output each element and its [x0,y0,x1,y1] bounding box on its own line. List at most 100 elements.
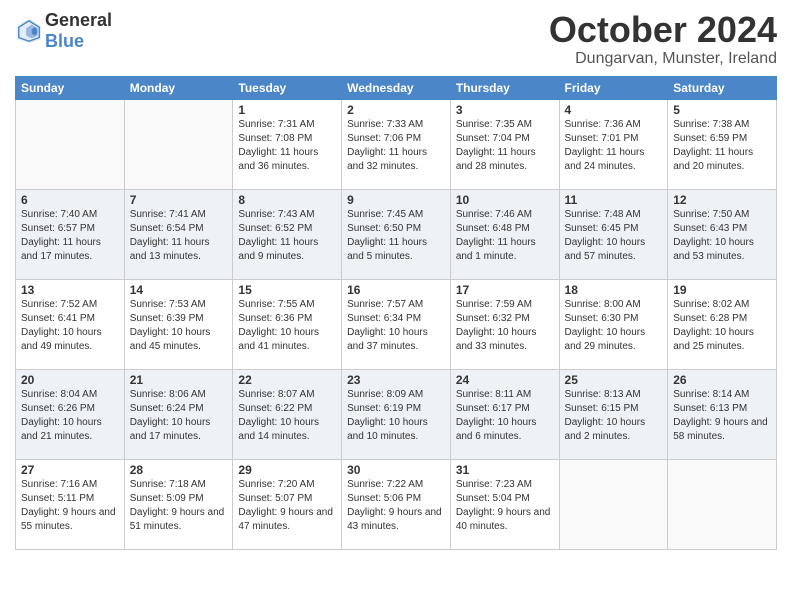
day-number: 1 [238,103,336,117]
table-cell: 5Sunrise: 7:38 AM Sunset: 6:59 PM Daylig… [668,99,777,189]
header: General Blue October 2024 Dungarvan, Mun… [15,10,777,68]
weekday-tuesday: Tuesday [233,76,342,99]
table-cell: 31Sunrise: 7:23 AM Sunset: 5:04 PM Dayli… [450,459,559,549]
logo: General Blue [15,10,112,52]
day-detail: Sunrise: 8:13 AM Sunset: 6:15 PM Dayligh… [565,388,663,444]
table-cell: 29Sunrise: 7:20 AM Sunset: 5:07 PM Dayli… [233,459,342,549]
day-number: 14 [130,283,228,297]
day-detail: Sunrise: 7:46 AM Sunset: 6:48 PM Dayligh… [456,208,554,264]
day-number: 25 [565,373,663,387]
day-number: 2 [347,103,445,117]
table-row: 6Sunrise: 7:40 AM Sunset: 6:57 PM Daylig… [16,189,777,279]
logo-general-text: General [45,10,112,31]
day-number: 27 [21,463,119,477]
table-cell [668,459,777,549]
day-detail: Sunrise: 8:06 AM Sunset: 6:24 PM Dayligh… [130,388,228,444]
day-detail: Sunrise: 7:38 AM Sunset: 6:59 PM Dayligh… [673,118,771,174]
day-number: 13 [21,283,119,297]
weekday-thursday: Thursday [450,76,559,99]
table-cell: 14Sunrise: 7:53 AM Sunset: 6:39 PM Dayli… [124,279,233,369]
table-cell: 26Sunrise: 8:14 AM Sunset: 6:13 PM Dayli… [668,369,777,459]
table-cell: 27Sunrise: 7:16 AM Sunset: 5:11 PM Dayli… [16,459,125,549]
day-detail: Sunrise: 7:18 AM Sunset: 5:09 PM Dayligh… [130,478,228,534]
day-number: 10 [456,193,554,207]
table-row: 20Sunrise: 8:04 AM Sunset: 6:26 PM Dayli… [16,369,777,459]
table-cell: 9Sunrise: 7:45 AM Sunset: 6:50 PM Daylig… [342,189,451,279]
weekday-friday: Friday [559,76,668,99]
month-title: October 2024 [549,10,777,50]
day-detail: Sunrise: 7:31 AM Sunset: 7:08 PM Dayligh… [238,118,336,174]
page: General Blue October 2024 Dungarvan, Mun… [0,0,792,612]
day-detail: Sunrise: 7:40 AM Sunset: 6:57 PM Dayligh… [21,208,119,264]
weekday-wednesday: Wednesday [342,76,451,99]
calendar: Sunday Monday Tuesday Wednesday Thursday… [15,76,777,550]
table-row: 13Sunrise: 7:52 AM Sunset: 6:41 PM Dayli… [16,279,777,369]
table-cell: 18Sunrise: 8:00 AM Sunset: 6:30 PM Dayli… [559,279,668,369]
day-number: 11 [565,193,663,207]
day-number: 24 [456,373,554,387]
weekday-saturday: Saturday [668,76,777,99]
logo-text: General Blue [45,10,112,52]
table-cell: 24Sunrise: 8:11 AM Sunset: 6:17 PM Dayli… [450,369,559,459]
day-number: 23 [347,373,445,387]
day-detail: Sunrise: 7:35 AM Sunset: 7:04 PM Dayligh… [456,118,554,174]
weekday-monday: Monday [124,76,233,99]
table-cell: 3Sunrise: 7:35 AM Sunset: 7:04 PM Daylig… [450,99,559,189]
day-number: 9 [347,193,445,207]
day-detail: Sunrise: 7:57 AM Sunset: 6:34 PM Dayligh… [347,298,445,354]
day-detail: Sunrise: 7:23 AM Sunset: 5:04 PM Dayligh… [456,478,554,534]
day-number: 30 [347,463,445,477]
weekday-row: Sunday Monday Tuesday Wednesday Thursday… [16,76,777,99]
day-detail: Sunrise: 8:00 AM Sunset: 6:30 PM Dayligh… [565,298,663,354]
table-cell: 11Sunrise: 7:48 AM Sunset: 6:45 PM Dayli… [559,189,668,279]
day-detail: Sunrise: 8:04 AM Sunset: 6:26 PM Dayligh… [21,388,119,444]
day-detail: Sunrise: 7:53 AM Sunset: 6:39 PM Dayligh… [130,298,228,354]
day-detail: Sunrise: 8:09 AM Sunset: 6:19 PM Dayligh… [347,388,445,444]
table-cell [124,99,233,189]
table-cell: 22Sunrise: 8:07 AM Sunset: 6:22 PM Dayli… [233,369,342,459]
day-number: 3 [456,103,554,117]
table-cell: 1Sunrise: 7:31 AM Sunset: 7:08 PM Daylig… [233,99,342,189]
day-detail: Sunrise: 7:41 AM Sunset: 6:54 PM Dayligh… [130,208,228,264]
logo-icon [15,17,43,45]
day-detail: Sunrise: 8:07 AM Sunset: 6:22 PM Dayligh… [238,388,336,444]
table-cell [559,459,668,549]
day-detail: Sunrise: 8:14 AM Sunset: 6:13 PM Dayligh… [673,388,771,444]
table-cell: 4Sunrise: 7:36 AM Sunset: 7:01 PM Daylig… [559,99,668,189]
table-cell: 23Sunrise: 8:09 AM Sunset: 6:19 PM Dayli… [342,369,451,459]
day-number: 16 [347,283,445,297]
title-block: October 2024 Dungarvan, Munster, Ireland [549,10,777,68]
day-detail: Sunrise: 7:22 AM Sunset: 5:06 PM Dayligh… [347,478,445,534]
table-cell [16,99,125,189]
location: Dungarvan, Munster, Ireland [549,50,777,68]
day-number: 5 [673,103,771,117]
table-cell: 12Sunrise: 7:50 AM Sunset: 6:43 PM Dayli… [668,189,777,279]
table-cell: 8Sunrise: 7:43 AM Sunset: 6:52 PM Daylig… [233,189,342,279]
day-detail: Sunrise: 7:43 AM Sunset: 6:52 PM Dayligh… [238,208,336,264]
day-detail: Sunrise: 7:36 AM Sunset: 7:01 PM Dayligh… [565,118,663,174]
day-number: 4 [565,103,663,117]
day-detail: Sunrise: 7:45 AM Sunset: 6:50 PM Dayligh… [347,208,445,264]
day-detail: Sunrise: 7:48 AM Sunset: 6:45 PM Dayligh… [565,208,663,264]
day-detail: Sunrise: 7:59 AM Sunset: 6:32 PM Dayligh… [456,298,554,354]
table-cell: 13Sunrise: 7:52 AM Sunset: 6:41 PM Dayli… [16,279,125,369]
day-detail: Sunrise: 7:20 AM Sunset: 5:07 PM Dayligh… [238,478,336,534]
day-detail: Sunrise: 8:11 AM Sunset: 6:17 PM Dayligh… [456,388,554,444]
day-number: 6 [21,193,119,207]
day-number: 31 [456,463,554,477]
table-cell: 16Sunrise: 7:57 AM Sunset: 6:34 PM Dayli… [342,279,451,369]
day-number: 8 [238,193,336,207]
day-number: 18 [565,283,663,297]
day-number: 20 [21,373,119,387]
table-cell: 15Sunrise: 7:55 AM Sunset: 6:36 PM Dayli… [233,279,342,369]
weekday-sunday: Sunday [16,76,125,99]
day-number: 12 [673,193,771,207]
table-row: 1Sunrise: 7:31 AM Sunset: 7:08 PM Daylig… [16,99,777,189]
table-cell: 25Sunrise: 8:13 AM Sunset: 6:15 PM Dayli… [559,369,668,459]
day-number: 19 [673,283,771,297]
day-detail: Sunrise: 8:02 AM Sunset: 6:28 PM Dayligh… [673,298,771,354]
day-number: 17 [456,283,554,297]
table-cell: 2Sunrise: 7:33 AM Sunset: 7:06 PM Daylig… [342,99,451,189]
day-detail: Sunrise: 7:52 AM Sunset: 6:41 PM Dayligh… [21,298,119,354]
table-row: 27Sunrise: 7:16 AM Sunset: 5:11 PM Dayli… [16,459,777,549]
